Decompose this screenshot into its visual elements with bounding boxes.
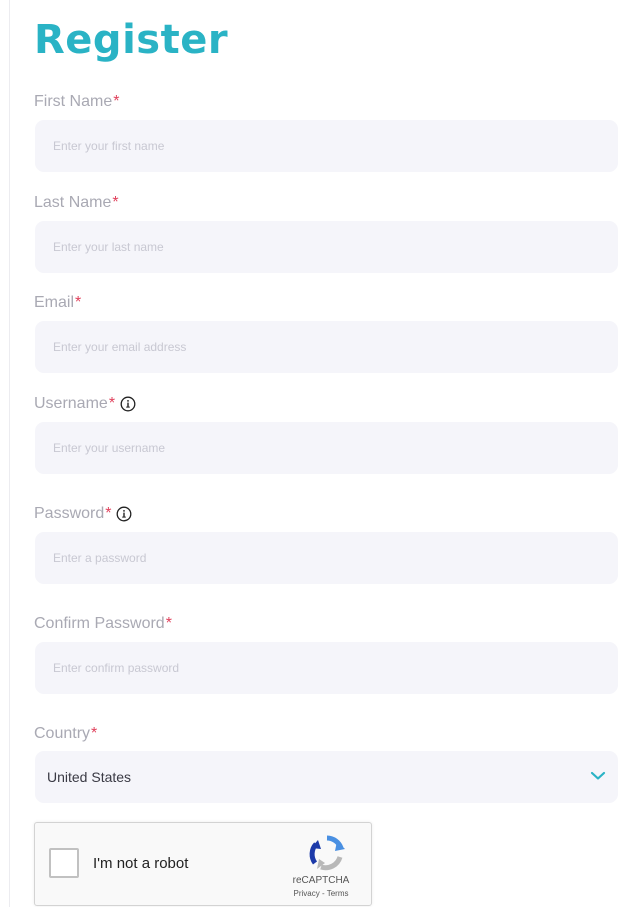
required-mark: *	[108, 395, 116, 412]
email-field[interactable]	[35, 321, 618, 373]
recaptcha-privacy-link[interactable]: Privacy	[294, 889, 320, 898]
last-name-field[interactable]	[35, 221, 618, 273]
username-input[interactable]	[35, 422, 618, 474]
country-label: Country *	[34, 724, 97, 744]
username-label: Username *	[34, 394, 136, 414]
country-selected-value: United States	[47, 769, 132, 785]
password-field[interactable]	[35, 532, 618, 584]
username-label-text: Username	[34, 395, 108, 412]
recaptcha-logo-icon	[307, 835, 347, 871]
info-icon[interactable]	[120, 396, 136, 412]
password-input[interactable]	[35, 532, 618, 584]
recaptcha-label: I'm not a robot	[93, 855, 189, 872]
recaptcha-terms-link[interactable]: Terms	[327, 889, 349, 898]
email-input[interactable]	[35, 321, 618, 373]
last-name-input[interactable]	[35, 221, 618, 273]
recaptcha-brand: reCAPTCHA	[292, 875, 350, 886]
required-mark: *	[91, 725, 98, 742]
chevron-down-icon	[590, 768, 606, 786]
confirm-password-input[interactable]	[35, 642, 618, 694]
last-name-label-text: Last Name	[34, 194, 112, 211]
recaptcha-checkbox[interactable]	[49, 848, 79, 878]
required-mark: *	[75, 294, 82, 311]
first-name-field[interactable]	[35, 120, 618, 172]
info-icon[interactable]	[116, 506, 132, 522]
required-mark: *	[112, 194, 119, 211]
first-name-input[interactable]	[35, 120, 618, 172]
recaptcha-link-separator: -	[319, 889, 327, 898]
confirm-password-label-text: Confirm Password	[34, 615, 165, 632]
username-field[interactable]	[35, 422, 618, 474]
required-mark: *	[165, 615, 172, 632]
email-label: Email *	[34, 293, 81, 313]
page-title: Register	[34, 17, 229, 63]
first-name-label-text: First Name	[34, 93, 113, 110]
country-select[interactable]: United States	[35, 751, 618, 803]
password-label-text: Password	[34, 505, 105, 522]
confirm-password-field[interactable]	[35, 642, 618, 694]
left-divider	[9, 0, 10, 907]
required-mark: *	[113, 93, 120, 110]
recaptcha-links: Privacy - Terms	[281, 889, 361, 898]
first-name-label: First Name *	[34, 92, 119, 112]
password-label: Password *	[34, 504, 132, 524]
recaptcha-widget: I'm not a robot reCAPTCHA Privacy - Term…	[34, 822, 372, 906]
email-label-text: Email	[34, 294, 75, 311]
country-label-text: Country	[34, 725, 91, 742]
last-name-label: Last Name *	[34, 193, 119, 213]
confirm-password-label: Confirm Password *	[34, 614, 172, 634]
required-mark: *	[105, 505, 112, 522]
